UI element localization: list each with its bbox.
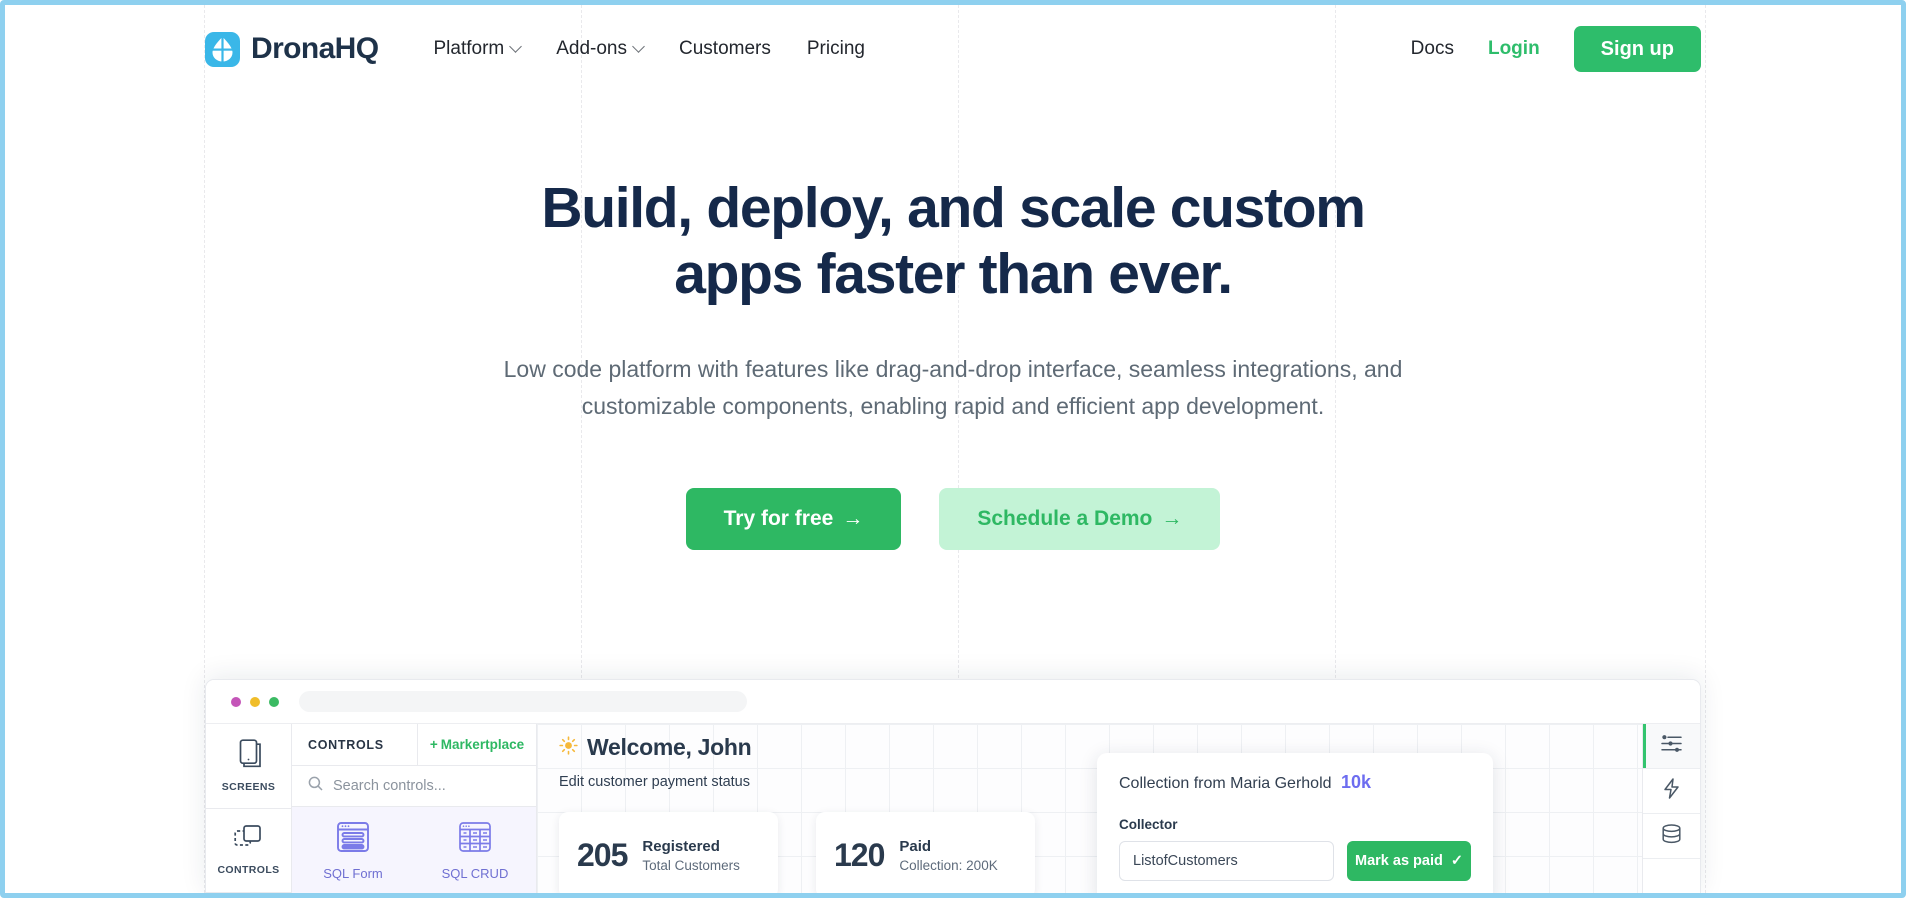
controls-search-row (292, 766, 536, 807)
stat-label: Paid (899, 838, 997, 855)
try-for-free-button[interactable]: Try for free → (686, 488, 902, 550)
app-body: SCREENS CONTROLS CONTROLS (206, 724, 1700, 893)
control-item-label: SQL CRUD (442, 866, 509, 881)
inspector-tab-properties[interactable] (1643, 724, 1700, 769)
address-bar[interactable] (299, 691, 747, 712)
stat-sublabel: Collection: 200K (899, 858, 997, 873)
nav-item-pricing[interactable]: Pricing (807, 38, 865, 60)
mark-as-paid-button[interactable]: Mark as paid ✓ (1347, 841, 1471, 881)
sliders-properties-icon (1661, 734, 1682, 758)
collector-field-row: Mark as paid ✓ (1119, 841, 1471, 881)
sidebar-item-label: SCREENS (222, 781, 276, 793)
brand-name: DronaHQ (251, 32, 378, 66)
stat-number: 120 (834, 837, 884, 874)
browser-page-frame: DronaHQ Platform Add-ons Customers Prici… (0, 0, 1906, 898)
login-link[interactable]: Login (1488, 38, 1540, 60)
collection-amount: 10k (1341, 772, 1371, 792)
welcome-title: Welcome, John (587, 734, 751, 761)
control-item-label: SQL Form (323, 866, 382, 881)
window-controls (231, 697, 279, 707)
chevron-down-icon (509, 40, 522, 53)
collection-title: Collection from Maria Gerhold (1119, 775, 1332, 792)
nav-item-platform[interactable]: Platform (433, 38, 520, 60)
hero-subtitle: Low code platform with features like dra… (503, 351, 1403, 426)
hero-title-line-1: Build, deploy, and scale custom (541, 176, 1364, 240)
inspector-tab-actions[interactable] (1643, 769, 1700, 814)
nav-item-label: Pricing (807, 38, 865, 60)
arrow-right-icon: → (842, 508, 863, 529)
cta-label: Schedule a Demo (977, 508, 1152, 529)
controls-list: SQL Form (292, 807, 536, 893)
lightning-actions-icon (1663, 778, 1680, 804)
nav-item-label: Add-ons (556, 38, 627, 60)
controls-panel-title: CONTROLS (292, 724, 418, 765)
collection-card-header: Collection from Maria Gerhold 10k (1119, 772, 1471, 793)
primary-navigation: Platform Add-ons Customers Pricing (433, 38, 864, 60)
mark-paid-label: Mark as paid (1355, 853, 1443, 869)
inspector-rail (1642, 724, 1700, 893)
browser-chrome-bar (206, 680, 1700, 724)
hero-title-line-2: apps faster than ever. (674, 242, 1232, 306)
nav-item-add-ons[interactable]: Add-ons (556, 38, 643, 60)
brand-logo[interactable]: DronaHQ (205, 32, 378, 67)
cta-label: Try for free (724, 508, 834, 529)
builder-left-rail: SCREENS CONTROLS (206, 724, 292, 893)
sidebar-item-screens[interactable]: SCREENS (206, 724, 291, 809)
sidebar-item-label: CONTROLS (217, 864, 279, 876)
stat-number: 205 (577, 837, 627, 874)
close-window-dot-icon[interactable] (231, 697, 241, 707)
hero-cta-group: Try for free → Schedule a Demo → (5, 488, 1901, 550)
sidebar-item-controls[interactable]: CONTROLS (206, 809, 291, 894)
controls-icon (234, 824, 263, 856)
stat-sublabel: Total Customers (642, 858, 740, 873)
stat-card-registered: 205 Registered Total Customers (559, 812, 778, 893)
stat-card-paid: 120 Paid Collection: 200K (816, 812, 1035, 893)
control-item-sql-crud[interactable]: SQL CRUD (414, 820, 536, 881)
nav-item-label: Customers (679, 38, 771, 60)
marketplace-button[interactable]: + Markertplace (418, 724, 536, 765)
screens-icon (235, 739, 262, 773)
sun-icon (559, 736, 578, 760)
stat-label: Registered (642, 838, 740, 855)
collector-input[interactable] (1119, 841, 1334, 881)
signup-button[interactable]: Sign up (1574, 26, 1701, 72)
schedule-demo-button[interactable]: Schedule a Demo → (939, 488, 1220, 550)
collection-card: Collection from Maria Gerhold 10k Collec… (1097, 753, 1493, 893)
search-icon (308, 776, 323, 796)
plus-icon: + (430, 737, 438, 752)
header-actions: Docs Login Sign up (1411, 26, 1701, 72)
page-title: Build, deploy, and scale custom apps fas… (473, 175, 1433, 307)
maximize-window-dot-icon[interactable] (269, 697, 279, 707)
controls-panel-header: CONTROLS + Markertplace (292, 724, 536, 766)
nav-item-docs[interactable]: Docs (1411, 38, 1454, 60)
chevron-down-icon (632, 40, 645, 53)
arrow-right-icon: → (1161, 508, 1182, 529)
minimize-window-dot-icon[interactable] (250, 697, 260, 707)
inspector-tab-database[interactable] (1643, 814, 1700, 859)
hero-section: Build, deploy, and scale custom apps fas… (5, 175, 1901, 550)
nav-item-label: Platform (433, 38, 504, 60)
database-icon (1661, 824, 1682, 849)
marketplace-label: Markertplace (441, 737, 524, 752)
search-input[interactable] (333, 778, 503, 794)
sql-form-icon (336, 820, 370, 859)
nav-item-customers[interactable]: Customers (679, 38, 771, 60)
check-icon: ✓ (1451, 853, 1463, 869)
sql-crud-icon (458, 820, 492, 859)
controls-panel: CONTROLS + Markertplace (292, 724, 537, 893)
site-header: DronaHQ Platform Add-ons Customers Prici… (5, 5, 1901, 93)
collector-field-label: Collector (1119, 817, 1471, 832)
app-canvas[interactable]: Welcome, John Edit customer payment stat… (537, 724, 1642, 893)
app-preview-window: SCREENS CONTROLS CONTROLS (205, 679, 1701, 893)
dronahq-droplet-logo-icon (205, 32, 240, 67)
control-item-sql-form[interactable]: SQL Form (292, 820, 414, 881)
